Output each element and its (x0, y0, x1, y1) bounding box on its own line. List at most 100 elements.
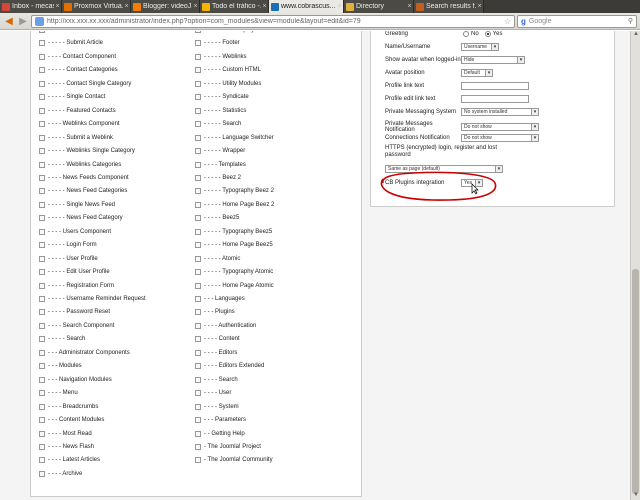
menu-assignment-checkbox[interactable] (195, 53, 201, 60)
browser-tab[interactable]: Search results f... × (414, 0, 484, 13)
name-username-select[interactable]: Username ▾ (461, 43, 499, 51)
private-messaging-select[interactable]: No system installed ▾ (461, 108, 539, 116)
menu-assignment-checkbox[interactable] (39, 188, 45, 195)
scroll-up-arrow-icon[interactable]: ▲ (632, 31, 640, 39)
show-avatar-select[interactable]: Hide ▾ (461, 56, 525, 64)
menu-assignment-checkbox[interactable] (39, 228, 45, 235)
private-messages-notification-select[interactable]: Do not show ▾ (461, 123, 539, 131)
menu-assignment-checkbox[interactable] (195, 242, 201, 249)
menu-assignment-checkbox[interactable] (39, 67, 45, 74)
close-icon[interactable]: × (54, 3, 61, 10)
menu-assignment-checkbox[interactable] (39, 53, 45, 60)
menu-assignment-checkbox[interactable] (39, 376, 45, 383)
forward-arrow-icon[interactable]: ▶ (17, 15, 29, 27)
search-magnifier-icon[interactable]: ⚲ (628, 17, 633, 25)
menu-assignment-checkbox[interactable] (195, 31, 201, 33)
scroll-down-arrow-icon[interactable]: ▼ (632, 492, 640, 500)
back-arrow-icon[interactable]: ◀ (3, 15, 15, 27)
menu-assignment-checkbox[interactable] (195, 174, 201, 181)
search-input[interactable]: g Google ⚲ (517, 14, 637, 28)
menu-assignment-checkbox[interactable] (195, 282, 201, 289)
menu-assignment-checkbox[interactable] (195, 148, 201, 155)
menu-assignment-checkbox[interactable] (39, 31, 45, 33)
greeting-yes-radio[interactable] (484, 31, 491, 37)
vertical-scrollbar[interactable]: ▲ ▼ (630, 31, 640, 500)
menu-assignment-checkbox[interactable] (39, 107, 45, 114)
menu-assignment-checkbox[interactable] (195, 215, 201, 222)
menu-assignment-checkbox[interactable] (39, 255, 45, 262)
menu-assignment-checkbox[interactable] (39, 457, 45, 464)
address-bar[interactable]: http://xxx.xxx.xx.xxx/administrator/inde… (31, 14, 515, 28)
menu-assignment-checkbox[interactable] (195, 403, 201, 410)
menu-assignment-checkbox[interactable] (195, 228, 201, 235)
menu-assignment-checkbox[interactable] (195, 134, 201, 141)
profile-link-text-input[interactable] (461, 82, 529, 90)
browser-tab[interactable]: Proxmox Virtua... × (62, 0, 131, 13)
menu-assignment-checkbox[interactable] (195, 336, 201, 343)
close-icon[interactable]: × (261, 3, 268, 10)
menu-assignment-checkbox[interactable] (39, 296, 45, 302)
menu-assignment-checkbox[interactable] (195, 67, 201, 74)
avatar-position-select[interactable]: Default ▾ (461, 69, 493, 77)
menu-assignment-checkbox[interactable] (39, 349, 45, 356)
menu-assignment-checkbox[interactable] (195, 309, 201, 316)
browser-tab[interactable]: Todo el tráfico -... × (200, 0, 269, 13)
menu-assignment-checkbox[interactable] (39, 282, 45, 289)
close-icon[interactable]: × (476, 3, 483, 10)
menu-assignment-checkbox[interactable] (39, 40, 45, 47)
menu-assignment-checkbox[interactable] (39, 201, 45, 208)
menu-assignment-checkbox[interactable] (39, 322, 45, 329)
menu-assignment-checkbox[interactable] (195, 363, 201, 370)
browser-tab[interactable]: Directory × (344, 0, 414, 13)
menu-assignment-checkbox[interactable] (195, 201, 201, 208)
greeting-no-radio[interactable] (463, 31, 469, 37)
menu-assignment-checkbox[interactable] (39, 470, 45, 477)
menu-assignment-checkbox[interactable] (195, 94, 201, 101)
menu-assignment-checkbox[interactable] (39, 269, 45, 276)
menu-assignment-checkbox[interactable] (39, 174, 45, 181)
menu-assignment-checkbox[interactable] (39, 363, 45, 370)
menu-assignment-checkbox[interactable] (195, 296, 201, 302)
menu-assignment-checkbox[interactable] (39, 336, 45, 343)
close-icon[interactable]: × (123, 3, 130, 10)
menu-assignment-checkbox[interactable] (195, 430, 201, 437)
menu-assignment-checkbox[interactable] (39, 134, 45, 141)
menu-assignment-checkbox[interactable] (39, 80, 45, 87)
menu-assignment-checkbox[interactable] (39, 148, 45, 155)
close-icon[interactable]: × (406, 3, 413, 10)
scrollbar-thumb[interactable] (632, 269, 639, 494)
menu-assignment-checkbox[interactable] (195, 457, 201, 464)
menu-assignment-checkbox[interactable] (195, 322, 201, 329)
menu-assignment-checkbox[interactable] (195, 161, 201, 168)
close-icon[interactable]: × (336, 3, 343, 10)
menu-assignment-checkbox[interactable] (39, 309, 45, 316)
connections-notification-select[interactable]: Do not show ▾ (461, 134, 539, 142)
browser-tab[interactable]: www.cobrascus... × (269, 0, 344, 13)
menu-assignment-checkbox[interactable] (39, 443, 45, 450)
close-icon[interactable]: × (192, 3, 199, 10)
menu-assignment-checkbox[interactable] (195, 443, 201, 450)
menu-assignment-checkbox[interactable] (195, 376, 201, 383)
menu-assignment-checkbox[interactable] (39, 242, 45, 249)
menu-assignment-checkbox[interactable] (39, 390, 45, 397)
menu-assignment-checkbox[interactable] (195, 121, 201, 128)
menu-assignment-checkbox[interactable] (195, 40, 201, 47)
site-identity-icon[interactable] (35, 16, 44, 26)
menu-assignment-checkbox[interactable] (195, 80, 201, 87)
menu-assignment-checkbox[interactable] (195, 417, 201, 424)
bookmark-star-icon[interactable]: ☆ (504, 17, 511, 26)
menu-assignment-checkbox[interactable] (195, 255, 201, 262)
profile-edit-link-text-input[interactable] (461, 95, 529, 103)
menu-assignment-checkbox[interactable] (195, 188, 201, 195)
menu-assignment-checkbox[interactable] (39, 215, 45, 222)
menu-assignment-checkbox[interactable] (39, 417, 45, 424)
menu-assignment-checkbox[interactable] (195, 107, 201, 114)
browser-tab[interactable]: Blogger: videoJ... × (131, 0, 200, 13)
menu-assignment-checkbox[interactable] (39, 161, 45, 168)
menu-assignment-checkbox[interactable] (39, 430, 45, 437)
menu-assignment-checkbox[interactable] (195, 269, 201, 276)
menu-assignment-checkbox[interactable] (195, 349, 201, 356)
menu-assignment-checkbox[interactable] (39, 403, 45, 410)
menu-assignment-checkbox[interactable] (195, 390, 201, 397)
menu-assignment-checkbox[interactable] (39, 121, 45, 128)
